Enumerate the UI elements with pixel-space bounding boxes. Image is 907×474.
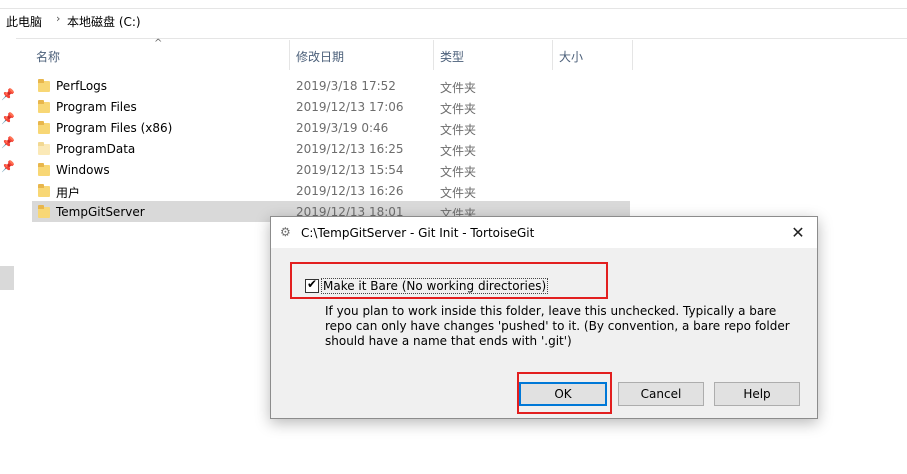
file-row-program-files-x86[interactable]: Program Files (x86) 2019/3/19 0:46 文件夹 [32, 117, 630, 138]
file-date: 2019/12/13 16:25 [296, 142, 404, 156]
folder-icon [38, 163, 50, 177]
file-type: 文件夹 [440, 165, 477, 179]
dialog-titlebar[interactable]: ⚙ C:\TempGitServer - Git Init - Tortoise… [271, 217, 817, 248]
pin-icon[interactable]: 📌 [1, 136, 15, 150]
sort-up-icon: ^ [154, 38, 163, 49]
file-type: 文件夹 [440, 102, 477, 116]
bare-description: If you plan to work inside this folder, … [325, 304, 790, 348]
help-button[interactable]: Help [714, 382, 800, 406]
cancel-button[interactable]: Cancel [618, 382, 704, 406]
file-name: Program Files (x86) [56, 121, 173, 135]
file-name: TempGitServer [56, 205, 145, 219]
address-bar[interactable]: 此电脑 › 本地磁盘 (C:) [0, 0, 907, 39]
file-name: 用户 [56, 186, 81, 200]
file-row-users[interactable]: 用户 2019/12/13 16:26 文件夹 [32, 180, 630, 201]
file-type: 文件夹 [440, 144, 477, 158]
file-type: 文件夹 [440, 81, 477, 95]
file-date: 2019/3/18 17:52 [296, 79, 396, 93]
breadcrumb-root[interactable]: 此电脑 [6, 13, 42, 30]
highlight-box-ok [517, 372, 612, 414]
file-name: Windows [56, 163, 110, 177]
nav-selected-item[interactable] [0, 266, 14, 290]
folder-icon [38, 205, 50, 219]
pin-icon[interactable]: 📌 [1, 160, 15, 174]
pin-icon[interactable]: 📌 [1, 112, 15, 126]
column-divider[interactable] [632, 40, 633, 70]
close-icon[interactable]: ✕ [781, 220, 815, 246]
file-date: 2019/3/19 0:46 [296, 121, 389, 135]
column-divider[interactable] [433, 40, 434, 70]
folder-icon [38, 121, 50, 135]
dialog-title: C:\TempGitServer - Git Init - TortoiseGi… [301, 226, 535, 240]
file-date: 2019/12/13 16:26 [296, 184, 404, 198]
column-header-modified[interactable]: 修改日期 [296, 48, 344, 65]
navigation-pane: 📌 📌 📌 📌 [0, 38, 16, 474]
folder-icon [38, 100, 50, 114]
file-row-program-files[interactable]: Program Files 2019/12/13 17:06 文件夹 [32, 96, 630, 117]
breadcrumb-separator-icon[interactable]: › [56, 12, 60, 25]
file-name: PerfLogs [56, 79, 108, 93]
file-type: 文件夹 [440, 123, 477, 137]
column-header-name[interactable]: 名称 [36, 48, 60, 65]
file-row-programdata[interactable]: ProgramData 2019/12/13 16:25 文件夹 [32, 138, 630, 159]
column-header-type[interactable]: 类型 [440, 48, 464, 65]
breadcrumb-current[interactable]: 本地磁盘 (C:) [67, 13, 141, 30]
file-type: 文件夹 [440, 186, 477, 200]
tortoisegit-icon: ⚙ [280, 225, 291, 239]
folder-icon [38, 142, 50, 156]
column-header-size[interactable]: 大小 [559, 48, 583, 65]
folder-icon [38, 184, 50, 198]
column-divider[interactable] [552, 40, 553, 70]
file-name: Program Files [56, 100, 137, 114]
column-divider[interactable] [289, 40, 290, 70]
file-row-windows[interactable]: Windows 2019/12/13 15:54 文件夹 [32, 159, 630, 180]
pin-icon[interactable]: 📌 [1, 88, 15, 102]
highlight-box-checkbox [290, 262, 608, 299]
file-row-perflogs[interactable]: PerfLogs 2019/3/18 17:52 文件夹 [32, 75, 630, 96]
folder-icon [38, 79, 50, 93]
file-date: 2019/12/13 17:06 [296, 100, 404, 114]
file-name: ProgramData [56, 142, 136, 156]
file-date: 2019/12/13 15:54 [296, 163, 404, 177]
